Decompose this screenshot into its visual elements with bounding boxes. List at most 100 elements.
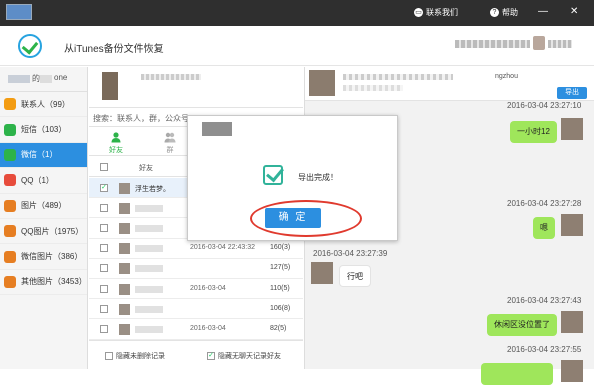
sidebar-item-qq[interactable]: QQ（1） (0, 168, 87, 194)
message-count: 82(5) (270, 325, 287, 332)
app-logo-icon (18, 34, 42, 58)
dialog-message: 导出完成！ (298, 173, 338, 182)
sidebar-item-contacts[interactable]: 联系人（99） (0, 92, 87, 118)
owner-name-blurred (141, 74, 201, 80)
device-selector[interactable]: 的 one (0, 67, 87, 92)
friend-avatar (119, 324, 130, 335)
message-avatar (561, 360, 583, 382)
sidebar-item-label: 微信图片（386） (21, 252, 83, 262)
close-window-button[interactable]: ✕ (570, 6, 578, 18)
chat-contact-sub-blurred (343, 85, 403, 91)
hide-deleted-option[interactable]: 隐藏未删除记录 (105, 351, 165, 361)
row-checkbox[interactable] (100, 325, 108, 333)
chat-header: ngzhou 导出 (305, 67, 594, 101)
contact-us-label: 联系我们 (426, 8, 458, 17)
row-checkbox[interactable] (100, 224, 108, 232)
message-timestamp: 2016-03-04 23:27:10 (507, 101, 582, 110)
message-avatar (561, 214, 583, 236)
friend-name-blurred (135, 245, 163, 253)
table-row[interactable]: 2016-03-04 82(5) (89, 319, 303, 340)
message-count: 110(5) (270, 284, 290, 292)
hide-empty-checkbox[interactable]: ✓ (207, 352, 215, 360)
group-icon (164, 132, 176, 143)
row-checkbox[interactable] (100, 304, 108, 313)
monitor-icon: ▭ (414, 8, 423, 17)
sidebar-item-label: 其他图片（3453） (21, 277, 87, 287)
message-timestamp: 2016-03-04 23:27:28 (507, 199, 582, 208)
minimize-button[interactable]: — (538, 6, 548, 18)
device-name-suffix: one (54, 73, 68, 82)
chat-contact-name-blurred (343, 74, 453, 80)
hide-empty-option[interactable]: ✓ 隐藏无聊天记录好友 (207, 351, 281, 361)
friend-name-blurred (135, 225, 163, 232)
sidebar-item-photos[interactable]: 图片（489） (0, 194, 87, 219)
sidebar-item-label: 短信（103） (21, 125, 67, 135)
friend-name-blurred (135, 326, 163, 333)
tab-groups-label: 群 (166, 147, 174, 154)
friend-avatar (119, 283, 130, 295)
hide-deleted-label: 隐藏未删除记录 (116, 353, 165, 360)
row-checkbox[interactable] (100, 284, 108, 293)
friend-icon (111, 132, 121, 143)
friend-avatar (119, 303, 130, 315)
message-bubble: 一小时12 (510, 121, 557, 143)
message-avatar (311, 262, 333, 284)
message-bubble: 嗯 (533, 217, 555, 239)
help-link[interactable]: ? 帮助 (490, 7, 518, 18)
sidebar-item-qq-photos[interactable]: QQ图片（1975） (0, 219, 87, 245)
sidebar-item-wechat-photos[interactable]: 微信图片（386） (0, 244, 87, 270)
sidebar-item-sms[interactable]: 短信（103） (0, 117, 87, 143)
friend-name-blurred (135, 265, 163, 273)
sidebar: 的 one 联系人（99） 短信（103） 微信（1） QQ（1） 图片（489） QQ图… (0, 67, 88, 369)
table-row[interactable]: 2016-03-04 110(5) (89, 279, 303, 300)
page-title: 从iTunes备份文件恢复 (64, 44, 164, 55)
row-checkbox[interactable]: ✓ (100, 183, 108, 192)
message-timestamp: 2016-03-04 23:27:39 (313, 249, 388, 258)
confirm-button[interactable]: 确 定 (265, 208, 321, 228)
message-timestamp: 2016-03-04 23:27:55 (507, 345, 582, 354)
tab-friends[interactable]: 好友 (91, 131, 141, 159)
device-name-blurred-2 (40, 75, 52, 83)
friend-avatar (119, 202, 130, 214)
sidebar-item-other-photos[interactable]: 其他图片（3453） (0, 270, 87, 296)
row-checkbox[interactable] (100, 244, 108, 253)
friend-name-blurred (135, 285, 163, 293)
hide-deleted-checkbox[interactable] (105, 352, 113, 360)
tab-friends-label: 好友 (109, 147, 123, 154)
app-header: 从iTunes备份文件恢复 (0, 26, 594, 66)
row-checkbox[interactable] (100, 264, 108, 273)
last-message-date: 2016-03-04 (190, 284, 226, 292)
contact-us-link[interactable]: ▭ 联系我们 (414, 7, 458, 18)
last-message-date: 2016-03-04 (190, 325, 226, 332)
success-check-icon (263, 165, 283, 185)
export-button[interactable]: 导出 (557, 87, 587, 99)
sidebar-nav: 联系人（99） 短信（103） 微信（1） QQ（1） 图片（489） QQ图片（1975… (0, 92, 87, 296)
friends-panel-header (89, 67, 303, 107)
account-avatar[interactable] (533, 36, 545, 50)
row-checkbox[interactable] (100, 203, 108, 212)
message-count: 127(5) (270, 264, 291, 272)
table-row[interactable]: 106(8) (89, 299, 303, 320)
account-name-blurred (455, 40, 530, 48)
photos-icon (4, 199, 16, 212)
friend-name-blurred (135, 305, 163, 313)
sidebar-item-label: QQ图片（1975） (21, 226, 84, 236)
message-bubble: 行吧 (339, 265, 371, 287)
message-bubble (481, 363, 553, 385)
sidebar-item-label: 联系人（99） (21, 99, 70, 109)
message-count: 160(3) (270, 244, 291, 252)
qq-icon (4, 174, 16, 187)
friend-avatar (119, 263, 130, 275)
export-complete-dialog: 导出完成！ 确 定 (187, 115, 398, 241)
app-window-icon (6, 4, 32, 20)
friend-avatar (119, 223, 130, 234)
device-name-part: 的 (32, 74, 40, 83)
table-row[interactable]: 2016-03-04 22:43:32 160(3) (89, 238, 303, 259)
message-count: 106(8) (270, 304, 291, 312)
sidebar-item-wechat[interactable]: 微信（1） (0, 142, 87, 169)
last-message-date: 2016-03-04 22:43:32 (190, 244, 255, 252)
message-avatar (561, 311, 583, 333)
search-input[interactable]: 搜索：联系人，群，公众号 (93, 113, 189, 124)
select-all-checkbox[interactable] (100, 163, 108, 171)
table-row[interactable]: 127(5) (89, 258, 303, 279)
